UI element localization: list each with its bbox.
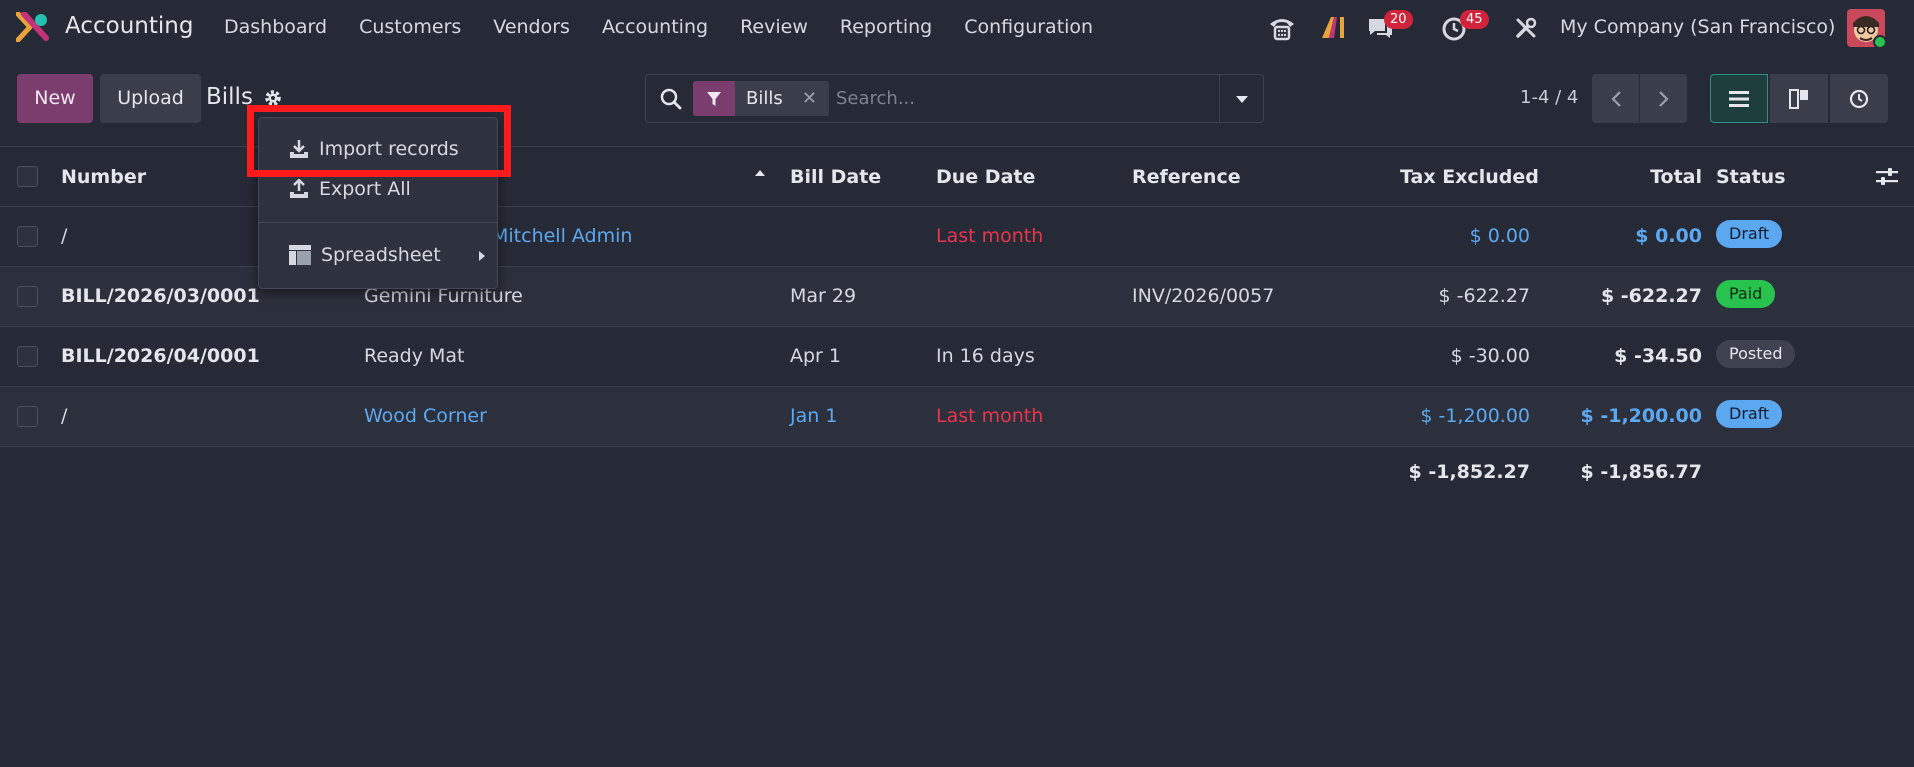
menu-review[interactable]: Review bbox=[740, 16, 808, 38]
menu-accounting[interactable]: Accounting bbox=[602, 16, 708, 38]
column-reference[interactable]: Reference bbox=[1132, 166, 1241, 188]
ai-assistant-icon[interactable] bbox=[1320, 14, 1348, 40]
cell-bill-date: Mar 29 bbox=[790, 285, 857, 307]
column-due-date[interactable]: Due Date bbox=[936, 166, 1035, 188]
tools-icon[interactable] bbox=[1514, 16, 1538, 40]
menu-customers[interactable]: Customers bbox=[359, 16, 461, 38]
spreadsheet-label: Spreadsheet bbox=[321, 244, 441, 266]
cell-number: / bbox=[61, 225, 68, 247]
spreadsheet-icon bbox=[289, 245, 311, 265]
activity-view-button[interactable] bbox=[1830, 74, 1888, 123]
cell-tax-excluded: $ -30.00 bbox=[1450, 345, 1530, 367]
column-status[interactable]: Status bbox=[1716, 166, 1786, 188]
row-checkbox[interactable] bbox=[17, 226, 38, 247]
column-tax-excluded[interactable]: Tax Excluded bbox=[1400, 166, 1539, 188]
list-view-button[interactable] bbox=[1710, 74, 1768, 123]
cell-total: $ -622.27 bbox=[1600, 285, 1702, 307]
pager-next-button[interactable] bbox=[1640, 74, 1687, 123]
dropdown-divider bbox=[259, 222, 497, 223]
messages-badge: 20 bbox=[1384, 10, 1413, 29]
cell-number: BILL/2026/04/0001 bbox=[61, 345, 260, 367]
cell-partner: Wood Corner bbox=[364, 405, 487, 427]
status-badge: Draft bbox=[1716, 220, 1783, 248]
pager-value[interactable]: 1-4 / 4 bbox=[1520, 87, 1578, 108]
status-badge: Paid bbox=[1716, 280, 1776, 308]
table-row[interactable]: BILL/2026/04/0001 Ready Mat Apr 1 In 16 … bbox=[0, 327, 1914, 387]
column-number[interactable]: Number bbox=[61, 166, 146, 188]
list-icon bbox=[1729, 90, 1749, 107]
menu-configuration[interactable]: Configuration bbox=[964, 16, 1093, 38]
kanban-view-button[interactable] bbox=[1770, 74, 1828, 123]
user-avatar[interactable] bbox=[1847, 9, 1887, 49]
status-badge: Posted bbox=[1716, 340, 1796, 368]
row-checkbox[interactable] bbox=[17, 346, 38, 367]
search-options-toggle[interactable] bbox=[1219, 75, 1263, 122]
row-checkbox[interactable] bbox=[17, 406, 38, 427]
upload-button[interactable]: Upload bbox=[100, 74, 201, 123]
menu-reporting[interactable]: Reporting bbox=[840, 16, 932, 38]
caret-down-icon bbox=[1235, 95, 1248, 103]
sort-ascending-icon[interactable] bbox=[754, 169, 766, 177]
cell-due-date: Last month bbox=[936, 405, 1044, 427]
cell-total: $ 0.00 bbox=[1635, 225, 1702, 247]
cell-number: / bbox=[61, 405, 68, 427]
cell-due-date: In 16 days bbox=[936, 345, 1035, 367]
new-button[interactable]: New bbox=[17, 74, 93, 123]
search-facet-bills: Bills ✕ bbox=[693, 81, 829, 116]
cell-reference: INV/2026/0057 bbox=[1132, 285, 1275, 307]
phone-icon[interactable] bbox=[1268, 15, 1296, 41]
menu-vendors[interactable]: Vendors bbox=[493, 16, 570, 38]
chevron-left-icon bbox=[1610, 90, 1621, 107]
status-badge: Draft bbox=[1716, 400, 1783, 428]
cell-due-date: Last month bbox=[936, 225, 1044, 247]
pager-previous-button[interactable] bbox=[1592, 74, 1639, 123]
cell-number: BILL/2026/03/0001 bbox=[61, 285, 260, 307]
top-navbar: Accounting Dashboard Customers Vendors A… bbox=[0, 0, 1914, 55]
table-row[interactable]: / Wood Corner Jan 1 Last month $ -1,200.… bbox=[0, 387, 1914, 447]
company-switcher[interactable]: My Company (San Francisco) bbox=[1560, 16, 1835, 38]
search-icon[interactable] bbox=[660, 88, 682, 110]
export-all-item[interactable]: Export All bbox=[289, 178, 411, 200]
grand-total: $ -1,856.77 bbox=[1580, 461, 1702, 483]
clock-icon bbox=[1849, 89, 1869, 108]
cell-tax-excluded: $ -622.27 bbox=[1438, 285, 1530, 307]
menu-dashboard[interactable]: Dashboard bbox=[224, 16, 327, 38]
select-all-checkbox[interactable] bbox=[17, 166, 38, 187]
cell-total: $ -1,200.00 bbox=[1580, 405, 1702, 427]
total-tax-excluded: $ -1,852.27 bbox=[1408, 461, 1530, 483]
column-bill-date[interactable]: Bill Date bbox=[790, 166, 881, 188]
column-total[interactable]: Total bbox=[1600, 166, 1702, 188]
app-name[interactable]: Accounting bbox=[65, 13, 193, 39]
cell-bill-date: Jan 1 bbox=[790, 405, 838, 427]
search-bar: Bills ✕ bbox=[645, 74, 1264, 123]
export-all-label: Export All bbox=[319, 178, 411, 200]
caret-right-icon bbox=[479, 251, 485, 261]
cell-tax-excluded: $ -1,200.00 bbox=[1420, 405, 1530, 427]
highlight-annotation bbox=[247, 105, 511, 177]
facet-value: Bills bbox=[746, 88, 783, 109]
row-checkbox[interactable] bbox=[17, 286, 38, 307]
search-input[interactable] bbox=[836, 81, 1196, 116]
cell-partner: Mitchell Admin bbox=[492, 225, 633, 247]
optional-columns-icon[interactable] bbox=[1876, 167, 1898, 187]
remove-facet-icon[interactable]: ✕ bbox=[802, 88, 817, 109]
accounting-app-icon[interactable] bbox=[16, 12, 50, 42]
cell-total: $ -34.50 bbox=[1614, 345, 1702, 367]
filter-icon bbox=[693, 81, 735, 116]
upload-icon bbox=[290, 179, 308, 198]
cell-partner: Ready Mat bbox=[364, 345, 465, 367]
cell-tax-excluded: $ 0.00 bbox=[1469, 225, 1530, 247]
activities-badge: 45 bbox=[1460, 10, 1489, 29]
spreadsheet-item[interactable]: Spreadsheet bbox=[289, 244, 441, 266]
main-menu: Dashboard Customers Vendors Accounting R… bbox=[224, 16, 1125, 38]
kanban-icon bbox=[1789, 88, 1808, 109]
page-title: Bills bbox=[206, 84, 253, 110]
cell-bill-date: Apr 1 bbox=[790, 345, 841, 367]
chevron-right-icon bbox=[1658, 90, 1669, 107]
